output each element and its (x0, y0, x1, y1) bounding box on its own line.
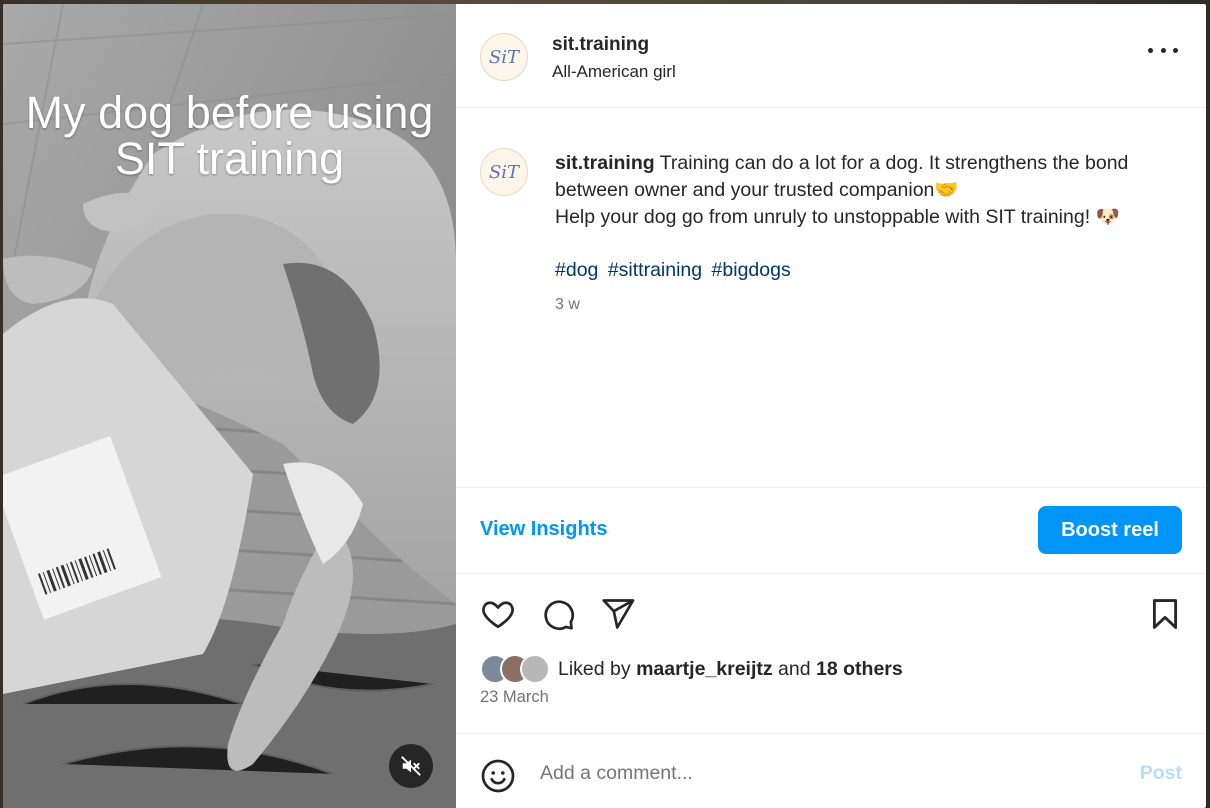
liked-by-text: Liked by maartje_kreijtz and 18 others (558, 658, 903, 681)
hashtag-link[interactable]: #dog (555, 259, 598, 281)
smiley-icon[interactable] (480, 758, 516, 794)
post-header: SiT sit.training All-American girl (456, 4, 1206, 108)
speaker-muted-icon (401, 756, 421, 776)
avatar[interactable] (520, 654, 550, 684)
liked-by-row: Liked by maartje_kreijtz and 18 others (480, 654, 903, 684)
caption-line2: Help your dog go from unruly to unstoppa… (555, 206, 1120, 228)
comment-row: Post (456, 734, 1206, 808)
liked-by-prefix: Liked by (558, 657, 637, 680)
post-details-panel: SiT sit.training All-American girl SiT s… (456, 4, 1206, 808)
post-comment-button[interactable]: Post (1140, 762, 1182, 785)
reel-media[interactable]: My dog before using SIT training (3, 4, 456, 808)
overlay-caption-line1: My dog before using (25, 87, 434, 138)
send-icon[interactable] (600, 596, 636, 632)
post-modal: My dog before using SIT training SiT sit… (3, 4, 1206, 808)
hashtag-link[interactable]: #sittraining (608, 259, 702, 281)
more-options-button[interactable] (1148, 40, 1178, 60)
mute-button[interactable] (389, 744, 433, 788)
more-horizontal-icon (1148, 47, 1153, 53)
view-insights-link[interactable]: View Insights (480, 518, 607, 541)
caption-area: SiT sit.training Training can do a lot f… (456, 108, 1206, 488)
comment-input[interactable] (540, 762, 1100, 785)
post-date[interactable]: 23 March (480, 688, 549, 707)
insights-row: View Insights Boost reel (456, 488, 1206, 574)
hashtag-link[interactable]: #bigdogs (712, 259, 791, 281)
caption-avatar[interactable]: SiT (480, 148, 528, 196)
bookmark-icon[interactable] (1148, 596, 1182, 632)
overlay-caption: My dog before using SIT training (3, 90, 456, 182)
caption-username[interactable]: sit.training (555, 152, 655, 174)
header-username[interactable]: sit.training (552, 34, 649, 56)
overlay-caption-line2: SIT training (114, 133, 345, 184)
header-subtitle[interactable]: All-American girl (552, 62, 676, 82)
caption-text: sit.training Training can do a lot for a… (555, 150, 1185, 231)
liked-by-and: and (772, 657, 817, 680)
liked-by-others-link[interactable]: 18 others (816, 658, 903, 680)
heart-icon[interactable] (480, 596, 516, 632)
liked-by-user-link[interactable]: maartje_kreijtz (636, 658, 773, 680)
comment-icon[interactable] (540, 596, 576, 632)
boost-reel-button[interactable]: Boost reel (1038, 506, 1182, 554)
more-horizontal-icon (1173, 47, 1178, 53)
caption-time-ago[interactable]: 3 w (555, 296, 580, 314)
avatar[interactable]: SiT (480, 33, 528, 81)
actions-section: Liked by maartje_kreijtz and 18 others 2… (456, 574, 1206, 734)
more-horizontal-icon (1160, 47, 1166, 53)
hashtags: #dog #sittraining #bigdogs (555, 259, 795, 282)
